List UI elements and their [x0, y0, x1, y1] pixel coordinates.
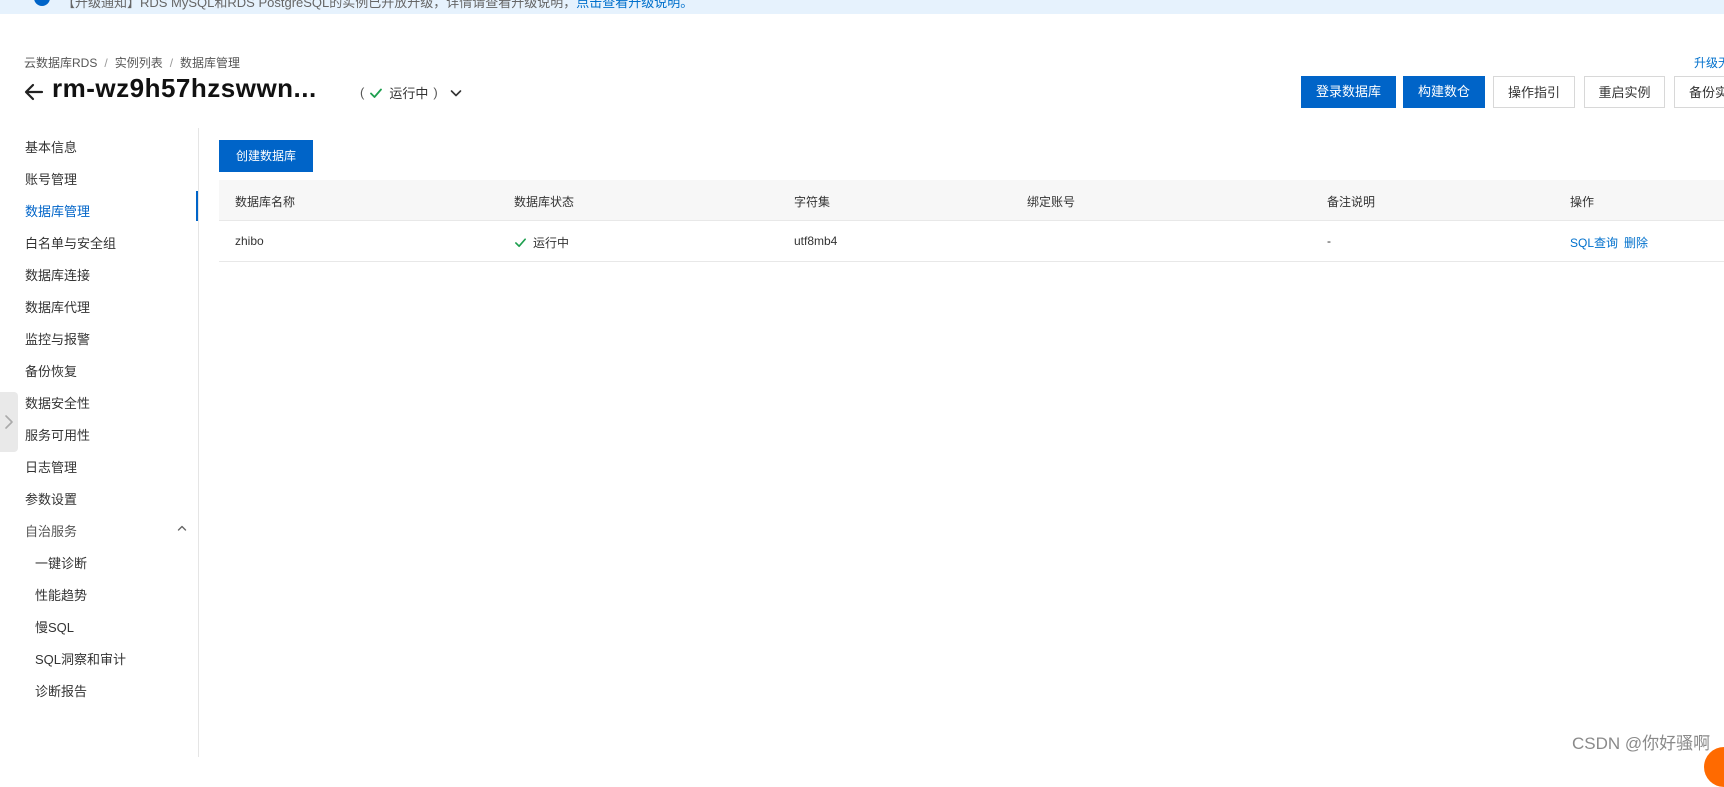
col-actions: 操作 — [1570, 195, 1595, 209]
sidebar-item-params[interactable]: 参数设置 — [25, 489, 77, 508]
notice-text: 【升级通知】RDS MySQL和RDS PostgreSQL的实例已开放升级，详… — [62, 0, 693, 11]
col-db-status: 数据库状态 — [514, 195, 575, 209]
sidebar-divider — [198, 128, 199, 757]
breadcrumb-rds[interactable]: 云数据库RDS — [24, 56, 97, 70]
col-account: 绑定账号 — [1027, 195, 1076, 209]
col-remark: 备注说明 — [1327, 195, 1376, 209]
sidebar-item-diagnose[interactable]: 一键诊断 — [35, 553, 87, 572]
sql-query-link[interactable]: SQL查询 — [1570, 234, 1618, 251]
table-row: zhibo 运行中 utf8mb4 - SQL查询 删除 — [219, 221, 1724, 262]
sidebar-item-whitelist[interactable]: 白名单与安全组 — [25, 233, 116, 252]
check-icon — [515, 238, 526, 248]
sidebar-item-basic-info[interactable]: 基本信息 — [25, 137, 77, 156]
sidebar-item-sql-audit[interactable]: SQL洞察和审计 — [35, 649, 126, 668]
chevron-down-icon[interactable] — [449, 86, 463, 100]
restart-button[interactable]: 重启实例 — [1584, 76, 1665, 108]
sidebar-item-slow-sql[interactable]: 慢SQL — [35, 617, 74, 636]
delete-link[interactable]: 删除 — [1624, 234, 1648, 251]
sidebar-item-logs[interactable]: 日志管理 — [25, 457, 77, 476]
status-text: 运行中 — [389, 86, 429, 101]
sidebar-active-indicator — [196, 191, 198, 221]
notice-bar: 【升级通知】RDS MySQL和RDS PostgreSQL的实例已开放升级，详… — [0, 0, 1724, 14]
cell-actions: SQL查询 删除 — [1570, 234, 1648, 251]
sidebar-item-availability[interactable]: 服务可用性 — [25, 425, 90, 444]
sidebar-item-performance[interactable]: 性能趋势 — [35, 585, 87, 604]
col-charset: 字符集 — [794, 195, 831, 209]
notice-link[interactable]: 点击查看升级说明。 — [576, 0, 693, 10]
breadcrumb: 云数据库RDS / 实例列表 / 数据库管理 — [24, 56, 241, 70]
page-title: rm-wz9h57hzswwn... — [52, 73, 317, 103]
arrow-left-icon[interactable] — [22, 80, 46, 104]
sidebar-item-accounts[interactable]: 账号管理 — [25, 169, 77, 188]
sidebar-item-db-management[interactable]: 数据库管理 — [25, 201, 90, 220]
cell-remark: - — [1327, 234, 1331, 248]
cell-db-status: 运行中 — [514, 234, 569, 251]
sidebar-item-data-security[interactable]: 数据安全性 — [25, 393, 90, 412]
breadcrumb-db-management: 数据库管理 — [180, 56, 241, 70]
cell-charset: utf8mb4 — [794, 234, 838, 248]
sidebar-item-db-connection[interactable]: 数据库连接 — [25, 265, 90, 284]
breadcrumb-instance-list[interactable]: 实例列表 — [115, 56, 163, 70]
table-header: 数据库名称 数据库状态 字符集 绑定账号 备注说明 操作 — [219, 180, 1724, 221]
create-db-button[interactable]: 创建数据库 — [219, 140, 313, 172]
login-db-button[interactable]: 登录数据库 — [1301, 76, 1396, 108]
info-icon — [34, 0, 50, 6]
guide-button[interactable]: 操作指引 — [1493, 76, 1575, 108]
chevron-right-icon — [5, 415, 13, 429]
cell-db-name: zhibo — [235, 234, 264, 248]
build-warehouse-button[interactable]: 构建数仓 — [1403, 76, 1485, 108]
backup-button[interactable]: 备份实例 — [1674, 76, 1724, 108]
sidebar-collapse-handle[interactable] — [0, 392, 18, 452]
col-db-name: 数据库名称 — [235, 195, 296, 209]
sidebar-item-report[interactable]: 诊断报告 — [35, 681, 87, 700]
upgrade-link[interactable]: 升级无 — [1694, 54, 1724, 71]
sidebar-item-db-proxy[interactable]: 数据库代理 — [25, 297, 90, 316]
watermark: CSDN @你好骚啊 — [1572, 734, 1711, 753]
sidebar-item-monitoring[interactable]: 监控与报警 — [25, 329, 90, 348]
sidebar-item-backup[interactable]: 备份恢复 — [25, 361, 77, 380]
chevron-up-icon[interactable] — [176, 522, 188, 534]
sidebar-group-autonomy[interactable]: 自治服务 — [25, 521, 77, 540]
instance-status[interactable]: ( 运行中 ) — [355, 83, 463, 102]
check-icon — [370, 88, 383, 98]
